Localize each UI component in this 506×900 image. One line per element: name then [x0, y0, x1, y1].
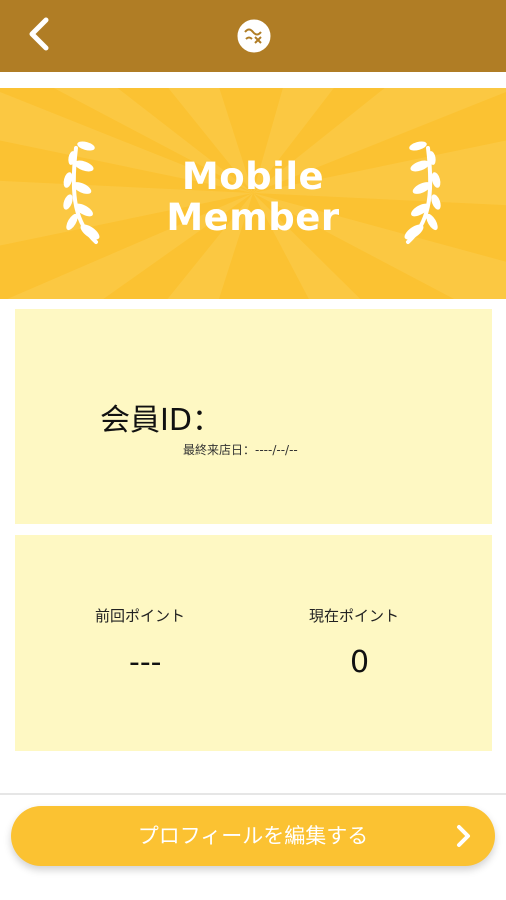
previous-points-value: ---: [129, 645, 162, 680]
last-visit-label: 最終来店日：: [183, 443, 256, 457]
back-button[interactable]: [18, 12, 66, 60]
laurel-icon: [404, 141, 441, 244]
chevron-right-icon: [457, 825, 470, 847]
member-banner: Mobile Member: [0, 88, 506, 299]
current-points-value: 0: [350, 645, 370, 680]
edit-profile-label: プロフィールを編集する: [137, 824, 369, 848]
last-visit: 最終来店日：----/--/--: [183, 441, 298, 458]
chevron-left-icon: [29, 17, 49, 51]
brand-logo-icon: [234, 16, 274, 56]
app-screen: Mobile Member 会員ID： 最終来店日：----/--/-- 前回ポ…: [0, 0, 506, 900]
top-bar: [0, 0, 506, 72]
edit-profile-button[interactable]: プロフィールを編集する: [11, 806, 495, 866]
last-visit-value: ----/--/--: [255, 443, 298, 457]
previous-points-label: 前回ポイント: [95, 607, 186, 625]
points-card: 前回ポイント 現在ポイント --- 0: [15, 535, 492, 751]
current-points-label: 現在ポイント: [309, 607, 400, 625]
member-id-label: 会員ID：: [100, 403, 222, 438]
member-id-card: 会員ID： 最終来店日：----/--/--: [15, 309, 492, 524]
divider: [0, 793, 506, 795]
